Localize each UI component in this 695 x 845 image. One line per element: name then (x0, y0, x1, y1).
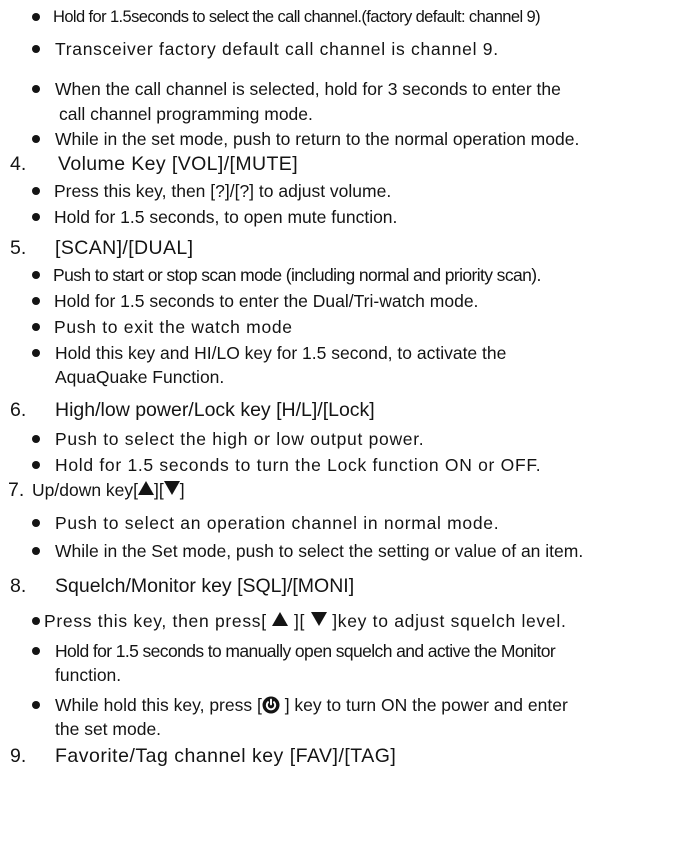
down-triangle-icon (310, 612, 327, 626)
list-item-continuation: AquaQuake Function. (55, 367, 225, 387)
up-triangle-icon (138, 481, 155, 495)
list-item-continuation: call channel programming mode. (59, 104, 313, 124)
manual-page: Hold for 1.5seconds to select the call c… (8, 8, 584, 767)
list-item-continuation: function. (55, 665, 122, 685)
up-triangle-icon (272, 612, 289, 626)
power-icon (262, 696, 280, 714)
list-item-continuation: the set mode. (55, 719, 162, 739)
down-triangle-icon (163, 481, 180, 495)
